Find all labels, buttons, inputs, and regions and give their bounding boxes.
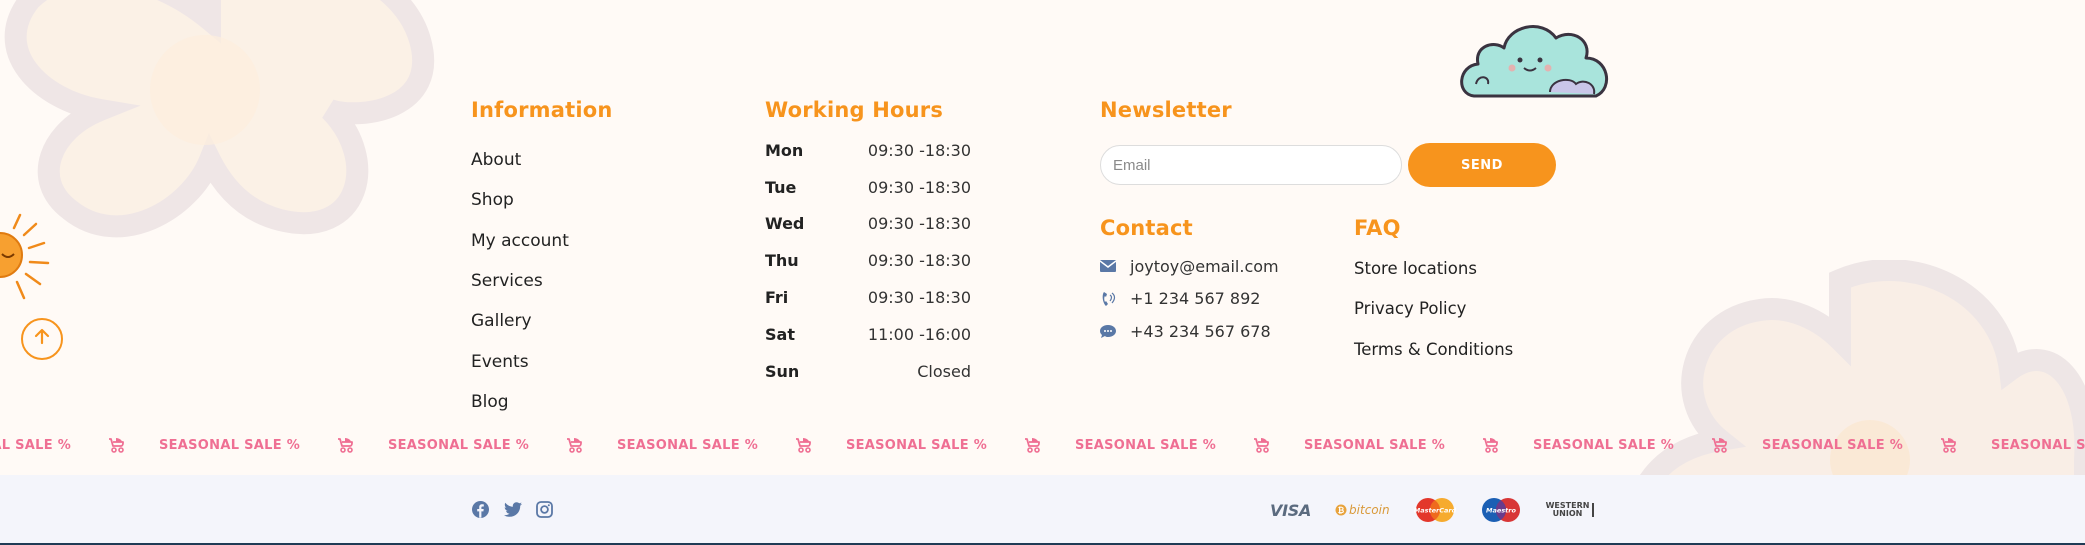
visa-logo: VISA bbox=[1270, 500, 1312, 520]
stroller-icon bbox=[1690, 437, 1746, 453]
working-hours-title: Working Hours bbox=[765, 98, 944, 122]
seasonal-sale-marquee: SEASONAL SALE % SEASONAL SALE % SEASONAL S… bbox=[0, 432, 2085, 458]
contact-email-item: joytoy@email.com bbox=[1100, 250, 1279, 283]
footer-link-events[interactable]: Events bbox=[471, 341, 569, 381]
footer-link-store-locations[interactable]: Store locations bbox=[1354, 248, 1513, 289]
marquee-sale-text: SEASONAL SALE % bbox=[1303, 437, 1446, 453]
background-flower-left bbox=[0, 0, 460, 260]
footer-link-services[interactable]: Services bbox=[471, 261, 569, 301]
newsletter-send-button[interactable]: SEND bbox=[1408, 143, 1556, 187]
footer-link-blog[interactable]: Blog bbox=[471, 382, 569, 422]
marquee-sale-text: SEASONAL SALE % bbox=[1532, 437, 1675, 453]
stroller-icon bbox=[1461, 437, 1517, 453]
marquee-sale-text: SEASONAL SALE % bbox=[1990, 437, 2085, 453]
footer-link-about[interactable]: About bbox=[471, 140, 569, 180]
hours-day: Sat bbox=[765, 324, 795, 344]
information-links: About Shop My account Services Gallery E… bbox=[471, 140, 569, 422]
marquee-sale-text: SEASONAL SALE % bbox=[1074, 437, 1217, 453]
faq-title: FAQ bbox=[1354, 216, 1401, 240]
hours-time: 09:30 -18:30 bbox=[867, 140, 971, 160]
hours-day: Tue bbox=[765, 177, 797, 197]
bitcoin-logo-text: bitcoin bbox=[1349, 503, 1390, 517]
hours-time: 11:00 -16:00 bbox=[867, 324, 971, 344]
mastercard-logo-text: MasterCard bbox=[1414, 507, 1456, 515]
hours-time: 09:30 -18:30 bbox=[867, 214, 971, 234]
hours-time: 09:30 -18:30 bbox=[867, 251, 971, 271]
envelope-icon bbox=[1100, 260, 1130, 273]
hours-row: Mon 09:30 -18:30 bbox=[765, 132, 971, 169]
marquee-sale-text: SEASONAL SALE % bbox=[0, 437, 72, 453]
arrow-up-icon bbox=[32, 327, 52, 352]
contact-chat-link[interactable]: +43 234 567 678 bbox=[1130, 322, 1271, 341]
svg-text:₿: ₿ bbox=[1338, 506, 1345, 515]
payment-methods: VISA ₿ bitcoin MasterCard Maestro WESTER… bbox=[1270, 497, 1618, 523]
instagram-icon[interactable] bbox=[535, 500, 554, 519]
hours-day: Fri bbox=[765, 288, 789, 308]
hours-day: Thu bbox=[765, 251, 799, 271]
phone-icon bbox=[1100, 291, 1130, 307]
hours-row: Tue 09:30 -18:30 bbox=[765, 169, 971, 206]
stroller-icon bbox=[316, 437, 372, 453]
social-links bbox=[471, 500, 554, 519]
maestro-logo-text: Maestro bbox=[1486, 507, 1516, 515]
newsletter-email-input[interactable] bbox=[1100, 145, 1402, 185]
western-union-logo-text-2: UNION bbox=[1552, 509, 1583, 518]
scroll-to-top-button[interactable] bbox=[21, 318, 63, 360]
contact-title: Contact bbox=[1100, 216, 1193, 240]
contact-phone-item: +1 234 567 892 bbox=[1100, 283, 1279, 316]
stroller-icon bbox=[1919, 437, 1975, 453]
working-hours-table: Mon 09:30 -18:30 Tue 09:30 -18:30 Wed 09:30… bbox=[765, 132, 971, 390]
footer-link-my-account[interactable]: My account bbox=[471, 221, 569, 261]
marquee-sale-text: SEASONAL SALE % bbox=[1761, 437, 1904, 453]
hours-day: Wed bbox=[765, 214, 805, 234]
mastercard-logo: MasterCard bbox=[1414, 497, 1456, 523]
marquee-track: SEASONAL SALE % SEASONAL SALE % SEASONAL S… bbox=[0, 432, 2085, 458]
stroller-icon bbox=[1232, 437, 1288, 453]
hours-row: Thu 09:30 -18:30 bbox=[765, 242, 971, 279]
hours-time: Closed bbox=[917, 361, 971, 381]
footer-link-shop[interactable]: Shop bbox=[471, 180, 569, 220]
footer-bottom-bar bbox=[0, 475, 2085, 545]
information-title: Information bbox=[471, 98, 613, 122]
contact-email-link[interactable]: joytoy@email.com bbox=[1130, 257, 1279, 276]
newsletter-title: Newsletter bbox=[1100, 98, 1232, 122]
hours-time: 09:30 -18:30 bbox=[867, 177, 971, 197]
marquee-sale-text: SEASONAL SALE % bbox=[387, 437, 530, 453]
footer-link-terms-conditions[interactable]: Terms & Conditions bbox=[1354, 329, 1513, 370]
stroller-icon bbox=[87, 437, 143, 453]
hours-time: 09:30 -18:30 bbox=[867, 288, 971, 308]
hours-row: Sat 11:00 -16:00 bbox=[765, 316, 971, 353]
hours-day: Mon bbox=[765, 140, 804, 160]
bitcoin-logo: ₿ bitcoin bbox=[1335, 503, 1390, 517]
hours-row: Sun Closed bbox=[765, 353, 971, 390]
facebook-icon[interactable] bbox=[471, 500, 490, 519]
contact-phone-link[interactable]: +1 234 567 892 bbox=[1130, 289, 1260, 308]
contact-chat-item: +43 234 567 678 bbox=[1100, 315, 1279, 348]
maestro-logo: Maestro bbox=[1480, 497, 1522, 523]
hours-row: Fri 09:30 -18:30 bbox=[765, 279, 971, 316]
stroller-icon bbox=[1003, 437, 1059, 453]
contact-list: joytoy@email.com +1 234 567 892 +43 234 … bbox=[1100, 250, 1279, 348]
marquee-sale-text: SEASONAL SALE % bbox=[158, 437, 301, 453]
stroller-icon bbox=[545, 437, 601, 453]
cloud-mascot-decoration bbox=[1460, 18, 1612, 109]
western-union-logo: WESTERN UNION bbox=[1546, 502, 1595, 518]
sun-decoration bbox=[0, 210, 55, 310]
faq-links: Store locations Privacy Policy Terms & C… bbox=[1354, 248, 1513, 370]
chat-bubble-icon bbox=[1100, 324, 1130, 339]
marquee-sale-text: SEASONAL SALE % bbox=[845, 437, 988, 453]
stroller-icon bbox=[774, 437, 830, 453]
twitter-icon[interactable] bbox=[503, 500, 522, 519]
footer-link-gallery[interactable]: Gallery bbox=[471, 301, 569, 341]
hours-row: Wed 09:30 -18:30 bbox=[765, 206, 971, 243]
footer-link-privacy-policy[interactable]: Privacy Policy bbox=[1354, 289, 1513, 330]
marquee-sale-text: SEASONAL SALE % bbox=[616, 437, 759, 453]
hours-day: Sun bbox=[765, 361, 800, 381]
